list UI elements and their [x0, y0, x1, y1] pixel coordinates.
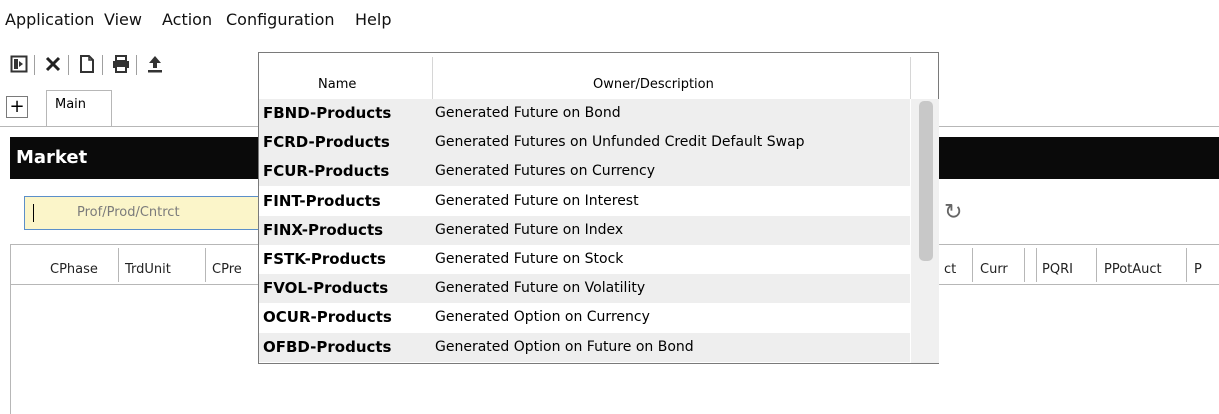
menu-action[interactable]: Action: [162, 10, 212, 29]
menu-help[interactable]: Help: [355, 10, 391, 29]
dropdown-header: Name Owner/Description: [259, 53, 939, 99]
product-description: Generated Futures on Currency: [435, 163, 656, 180]
list-item[interactable]: FVOL-Products Generated Future on Volatil…: [259, 274, 910, 304]
product-dropdown[interactable]: Name Owner/Description FBND-Products Gene…: [258, 52, 939, 364]
product-name: FCRD-Products: [263, 133, 390, 152]
search-input[interactable]: Prof/Prod/Cntrct: [24, 196, 260, 230]
product-name: FSTK-Products: [263, 250, 386, 268]
text-caret: [33, 204, 34, 222]
product-description: Generated Option on Currency: [435, 309, 650, 326]
list-item[interactable]: FSTK-Products Generated Future on Stock: [259, 245, 910, 274]
search-placeholder: Prof/Prod/Cntrct: [77, 205, 180, 220]
list-item[interactable]: OCUR-Products Generated Option on Currenc…: [259, 303, 910, 333]
scrollbar-thumb[interactable]: [919, 101, 933, 261]
column-header[interactable]: TrdUnit: [125, 262, 171, 277]
menu-bar: Application View Action Configuration He…: [0, 0, 1219, 38]
add-tab-button[interactable]: +: [6, 96, 28, 118]
product-name: FCUR-Products: [263, 162, 390, 181]
tab-main-label: Main: [55, 97, 87, 112]
column-header[interactable]: P: [1194, 262, 1202, 277]
product-description: Generated Future on Index: [435, 221, 624, 238]
product-name: FINX-Products: [263, 220, 384, 239]
column-header[interactable]: PQRI: [1042, 262, 1073, 277]
close-icon[interactable]: [42, 52, 64, 76]
toolbar: [0, 52, 260, 78]
column-header[interactable]: Curr: [980, 262, 1008, 277]
upload-icon[interactable]: [144, 52, 166, 76]
column-header[interactable]: CPhase: [50, 262, 98, 277]
panel-toggle-icon[interactable]: [8, 52, 30, 76]
product-description: Generated Option on Future on Bond: [435, 338, 694, 355]
list-item[interactable]: FCRD-Products Generated Futures on Unfund…: [259, 128, 910, 158]
header-name[interactable]: Name: [318, 77, 356, 92]
tab-main[interactable]: Main: [46, 90, 112, 127]
menu-configuration[interactable]: Configuration: [226, 10, 335, 29]
product-name: OFBD-Products: [263, 337, 392, 356]
product-description: Generated Future on Interest: [435, 192, 639, 209]
product-description: Generated Future on Bond: [435, 105, 621, 121]
print-icon[interactable]: [110, 52, 132, 76]
column-header[interactable]: PPotAuct: [1104, 262, 1162, 277]
list-item[interactable]: FBND-Products Generated Future on Bond: [259, 99, 910, 128]
list-item[interactable]: FINX-Products Generated Future on Index: [259, 215, 910, 245]
column-header[interactable]: ct: [944, 262, 956, 277]
panel-title: Market: [16, 147, 88, 168]
menu-application[interactable]: Application: [5, 10, 94, 29]
list-item[interactable]: FCUR-Products Generated Futures on Curren…: [259, 157, 910, 187]
list-item[interactable]: OFBD-Products Generated Option on Future …: [259, 332, 910, 362]
product-name: FBND-Products: [263, 104, 392, 122]
column-header[interactable]: CPre: [212, 262, 242, 277]
refresh-icon[interactable]: ↻: [944, 200, 962, 225]
product-description: Generated Future on Volatility: [435, 280, 646, 297]
product-name: FINT-Products: [263, 191, 381, 210]
product-description: Generated Futures on Unfunded Credit Def…: [435, 134, 805, 151]
header-description[interactable]: Owner/Description: [593, 77, 714, 92]
product-name: OCUR-Products: [263, 308, 392, 327]
list-item[interactable]: FINT-Products Generated Future on Interes…: [259, 186, 910, 216]
menu-view[interactable]: View: [104, 10, 142, 29]
document-icon[interactable]: [76, 52, 98, 76]
product-description: Generated Future on Stock: [435, 251, 624, 267]
product-name: FVOL-Products: [263, 279, 389, 298]
